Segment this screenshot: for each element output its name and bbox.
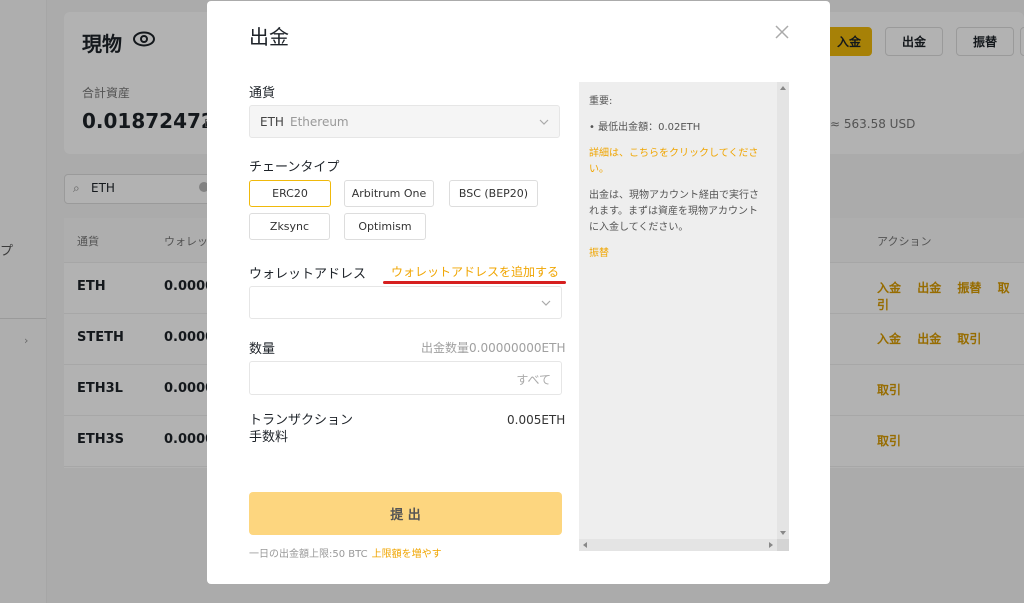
chain-option-optimism[interactable]: Optimism (344, 213, 426, 240)
info-content: 重要: • 最低出金額：0.02ETH 詳細は、こちらをクリックしてください。 … (589, 94, 759, 272)
currency-code: ETH (260, 115, 284, 129)
chain-option-erc20[interactable]: ERC20 (249, 180, 331, 207)
wallet-address-label: ウォレットアドレス (249, 267, 367, 282)
vertical-scrollbar[interactable] (777, 82, 789, 539)
currency-label: 通貨 (249, 86, 276, 101)
withdrawable-amount: 出金数量0.00000000ETH (421, 341, 566, 355)
scroll-right-arrow-icon[interactable] (769, 542, 773, 548)
scroll-corner (777, 539, 789, 551)
scroll-down-arrow-icon[interactable] (780, 531, 786, 535)
fee-label-line1: トランザクション (249, 413, 354, 428)
chain-option-arbitrum[interactable]: Arbitrum One (344, 180, 434, 207)
currency-select[interactable]: ETH Ethereum (249, 105, 560, 138)
chevron-down-icon (539, 119, 549, 125)
annotation-underline (383, 281, 566, 284)
add-wallet-address-link[interactable]: ウォレットアドレスを追加する (391, 263, 559, 280)
info-heading: 重要: (589, 96, 613, 107)
daily-limit: 一日の出金額上限:50 BTC 上限額を増やす (249, 545, 442, 560)
details-link[interactable]: 詳細は、こちらをクリックしてください。 (589, 146, 759, 178)
horizontal-scrollbar[interactable] (579, 539, 777, 551)
fee-value: 0.005ETH (507, 413, 566, 427)
chain-option-zksync[interactable]: Zksync (249, 213, 330, 240)
modal-title: 出金 (249, 25, 289, 49)
submit-button[interactable]: 提 出 (249, 492, 562, 535)
fee-label-line2: 手数料 (249, 430, 289, 445)
transfer-link[interactable]: 振替 (589, 246, 759, 262)
increase-limit-link[interactable]: 上限額を増やす (372, 549, 442, 560)
min-withdrawal-note: • 最低出金額：0.02ETH (589, 122, 701, 133)
wallet-address-select[interactable] (249, 286, 562, 319)
amount-label: 数量 (249, 342, 276, 357)
daily-limit-text: 一日の出金額上限:50 BTC (249, 549, 368, 560)
chain-option-bsc[interactable]: BSC (BEP20) (449, 180, 538, 207)
close-icon[interactable] (773, 23, 791, 41)
withdraw-modal: 出金 通貨 ETH Ethereum チェーンタイプ ERC20 Arbitru… (207, 1, 830, 584)
info-panel: 重要: • 最低出金額：0.02ETH 詳細は、こちらをクリックしてください。 … (579, 82, 789, 551)
scroll-up-arrow-icon[interactable] (780, 86, 786, 90)
max-all-button[interactable]: すべて (516, 371, 551, 388)
scroll-left-arrow-icon[interactable] (583, 542, 587, 548)
currency-name: Ethereum (290, 115, 349, 129)
spot-account-note: 出金は、現物アカウント経由で実行されます。まずは資産を現物アカウントに入金してく… (589, 190, 759, 233)
chain-type-label: チェーンタイプ (249, 160, 340, 175)
chevron-down-icon (541, 300, 551, 306)
fee-label: トランザクション 手数料 (249, 412, 353, 446)
amount-input[interactable]: すべて (249, 361, 562, 395)
